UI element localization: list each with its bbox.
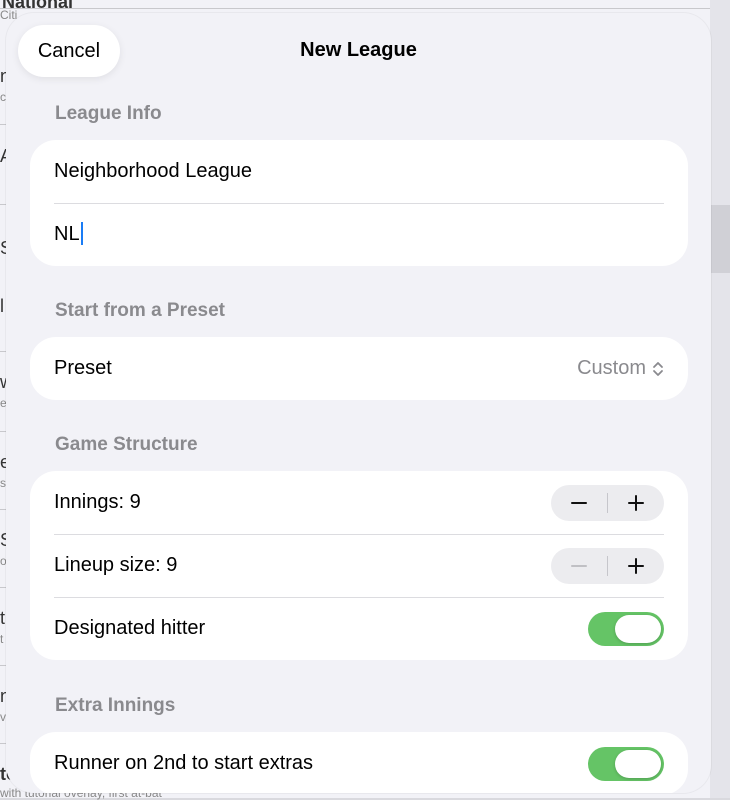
section-header-game-structure: Game Structure (55, 434, 198, 455)
runner-on-second-toggle[interactable] (588, 746, 664, 781)
designated-hitter-toggle[interactable] (588, 611, 664, 646)
background-row (0, 0, 730, 9)
league-name-value: Neighborhood League (54, 160, 252, 182)
league-name-field[interactable]: Neighborhood League (30, 140, 688, 203)
innings-stepper (551, 484, 665, 521)
innings-decrement-button[interactable] (551, 485, 608, 521)
new-league-sheet: Cancel New League League Info Neighborho… (6, 13, 711, 793)
preset-picker[interactable]: Custom (577, 357, 664, 380)
game-structure-group: Innings: 9 Lineup size: 9 Designated hit… (30, 471, 688, 660)
section-header-preset: Start from a Preset (55, 300, 226, 321)
toggle-knob (615, 614, 661, 643)
background-edge (710, 0, 730, 798)
league-info-group: Neighborhood League NL (30, 140, 688, 266)
section-header-extra-innings: Extra Innings (55, 695, 176, 716)
runner-on-second-label: Runner on 2nd to start extras (54, 752, 314, 774)
league-abbreviation-field[interactable]: NL (30, 203, 688, 266)
chevron-up-down-icon (653, 361, 663, 376)
league-abbreviation-value: NL (54, 223, 80, 245)
background-selected-row (710, 205, 730, 273)
preset-label: Preset (54, 357, 112, 379)
sheet-title: New League (300, 39, 417, 61)
designated-hitter-row: Designated hitter (30, 597, 688, 660)
toggle-knob (615, 749, 661, 778)
lineup-size-row: Lineup size: 9 (30, 534, 688, 597)
preset-value: Custom (577, 357, 646, 379)
plus-icon (627, 494, 644, 511)
minus-icon (571, 558, 588, 574)
innings-label: Innings: 9 (54, 491, 141, 513)
lineup-size-decrement-button[interactable] (551, 548, 608, 584)
innings-increment-button[interactable] (608, 485, 665, 521)
lineup-size-stepper (551, 547, 665, 584)
background-text: t (0, 632, 4, 646)
preset-row[interactable]: Preset Custom (30, 337, 688, 400)
preset-group: Preset Custom (30, 337, 688, 400)
section-header-league-info: League Info (55, 103, 162, 124)
plus-icon (627, 557, 644, 574)
extra-innings-group: Runner on 2nd to start extras (30, 732, 688, 793)
background-text: l (0, 296, 4, 316)
text-cursor (80, 222, 83, 245)
lineup-size-label: Lineup size: 9 (54, 554, 178, 576)
background-text: t (0, 608, 6, 628)
minus-icon (571, 495, 588, 511)
runner-on-second-row: Runner on 2nd to start extras (30, 732, 688, 793)
lineup-size-increment-button[interactable] (608, 548, 665, 584)
designated-hitter-label: Designated hitter (54, 617, 206, 639)
innings-row: Innings: 9 (30, 471, 688, 534)
